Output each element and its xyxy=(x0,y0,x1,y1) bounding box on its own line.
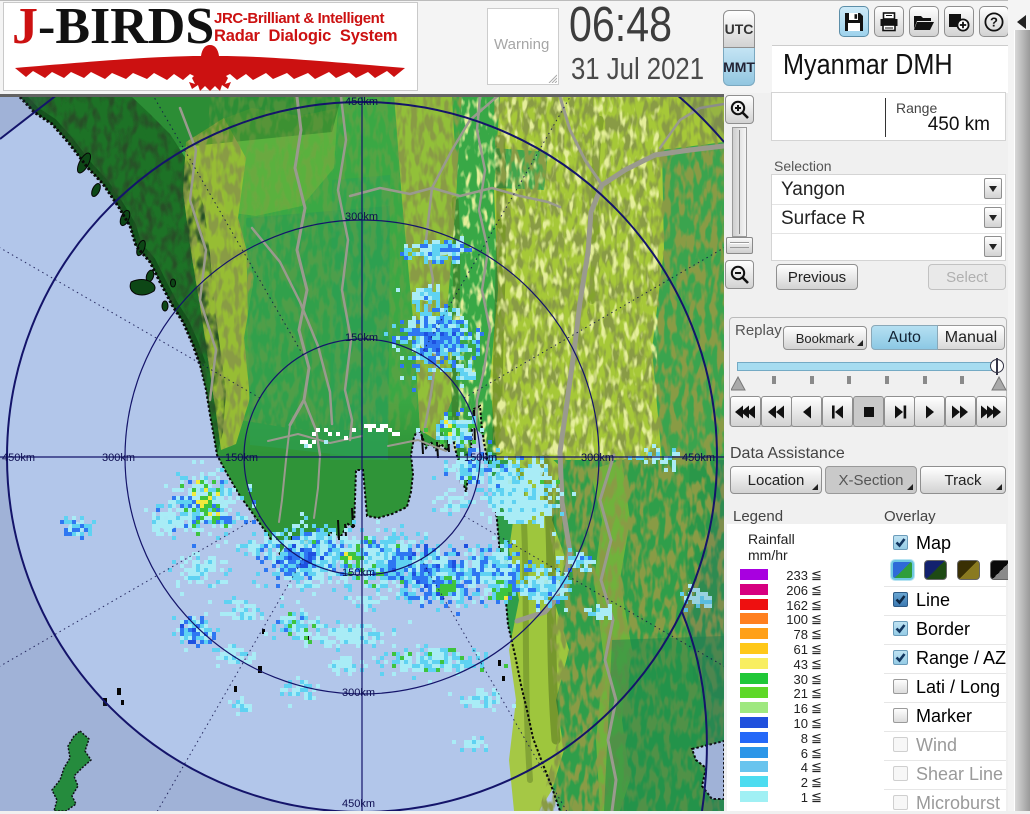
svg-text:300km: 300km xyxy=(345,211,378,223)
svg-text:450km: 450km xyxy=(345,97,378,108)
svg-text:300km: 300km xyxy=(102,452,135,464)
svg-text:300km: 300km xyxy=(342,687,375,699)
svg-text:150km: 150km xyxy=(345,332,378,344)
svg-text:300km: 300km xyxy=(581,452,614,464)
svg-text:150km: 150km xyxy=(342,567,375,579)
svg-text:150km: 150km xyxy=(225,452,258,464)
svg-text:150km: 150km xyxy=(464,452,497,464)
svg-text:450km: 450km xyxy=(2,452,35,464)
svg-text:?: ? xyxy=(990,14,998,29)
svg-text:450km: 450km xyxy=(342,798,375,810)
svg-text:450km: 450km xyxy=(682,452,715,464)
